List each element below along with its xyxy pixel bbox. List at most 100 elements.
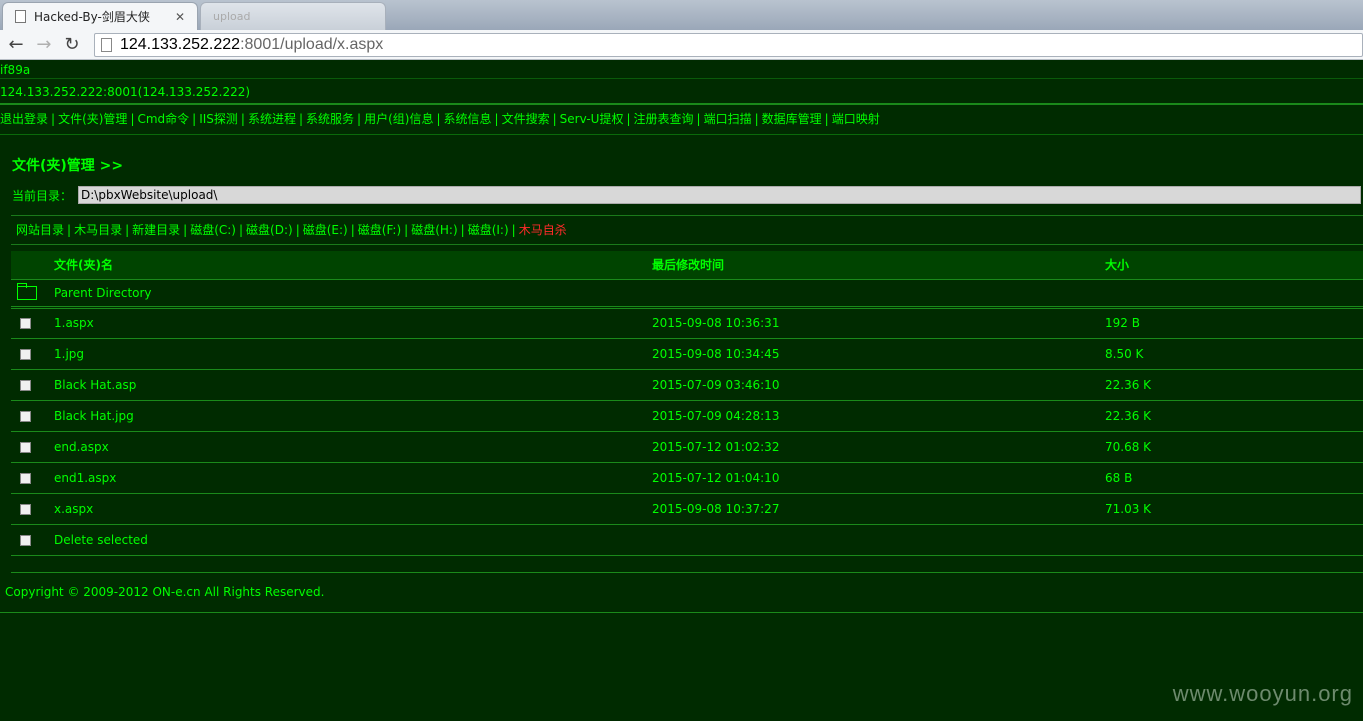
link-new-dir[interactable]: 新建目录	[132, 223, 180, 237]
menu-file-search[interactable]: 文件搜索	[502, 112, 550, 126]
header-blank	[11, 251, 54, 280]
link-shell-dir[interactable]: 木马目录	[74, 223, 122, 237]
file-size: 22.36 K	[1105, 400, 1363, 432]
menu-separator: |	[192, 112, 197, 126]
reload-icon[interactable]: ↻	[60, 33, 84, 57]
browser-toolbar: ← → ↻ 124.133.252.222:8001/upload/x.aspx	[0, 30, 1363, 60]
file-name-link[interactable]: Black Hat.jpg	[54, 400, 652, 432]
menu-separator: |	[696, 112, 701, 126]
row-checkbox[interactable]	[20, 379, 31, 391]
table-header: 文件(夹)名 最后修改时间 大小	[11, 251, 1363, 280]
parent-directory-row[interactable]: Parent Directory	[11, 279, 1363, 309]
browser-tab-strip: Hacked-By-剑眉大侠 ✕ upload	[0, 0, 1363, 30]
file-modified: 2015-07-12 01:04:10	[652, 462, 1105, 494]
link-separator: |	[67, 223, 72, 237]
menu-separator: |	[357, 112, 362, 126]
menu-separator: |	[824, 112, 829, 126]
file-size: 71.03 K	[1105, 493, 1363, 525]
file-size: 192 B	[1105, 307, 1363, 339]
host-info: 124.133.252.222:8001(124.133.252.222)	[0, 79, 1363, 105]
file-size: 22.36 K	[1105, 369, 1363, 401]
delete-row: Delete selected	[11, 524, 1363, 556]
file-modified: 2015-07-09 04:28:13	[652, 400, 1105, 432]
file-name-link[interactable]: 1.aspx	[54, 307, 652, 339]
file-name-link[interactable]: Black Hat.asp	[54, 369, 652, 401]
parent-directory-link[interactable]: Parent Directory	[54, 279, 652, 309]
tab-active[interactable]: Hacked-By-剑眉大侠 ✕	[2, 2, 198, 30]
table-row: Black Hat.jpg 2015-07-09 04:28:13 22.36 …	[11, 400, 1363, 432]
file-name-link[interactable]: x.aspx	[54, 493, 652, 525]
menu-port-map[interactable]: 端口映射	[832, 112, 880, 126]
link-separator: |	[238, 223, 244, 237]
select-all-checkbox[interactable]	[20, 534, 31, 546]
menu-database[interactable]: 数据库管理	[762, 112, 822, 126]
footer-copyright: Copyright © 2009-2012 ON-e.cn All Rights…	[0, 573, 1363, 613]
table-row: end1.aspx 2015-07-12 01:04:10 68 B	[11, 462, 1363, 494]
header-name: 文件(夹)名	[54, 251, 652, 280]
menu-separator: |	[626, 112, 631, 126]
menu-separator: |	[51, 112, 56, 126]
link-self-destruct[interactable]: 木马自杀	[519, 223, 567, 237]
section-title: 文件(夹)管理 >>	[12, 158, 124, 174]
tab-title: upload	[213, 10, 251, 23]
menu-servu[interactable]: Serv-U提权	[560, 112, 624, 126]
link-drive-c[interactable]: 磁盘(C:)	[190, 223, 236, 237]
link-separator: |	[125, 223, 130, 237]
row-checkbox[interactable]	[20, 410, 31, 422]
menu-users[interactable]: 用户(组)信息	[364, 112, 433, 126]
tab-inactive[interactable]: upload	[200, 2, 386, 30]
table-row: 1.aspx 2015-09-08 10:36:31 192 B	[11, 307, 1363, 339]
menu-iis-probe[interactable]: IIS探测	[199, 112, 238, 126]
folder-icon	[17, 282, 37, 300]
close-icon[interactable]: ✕	[175, 10, 185, 24]
file-name-link[interactable]: end1.aspx	[54, 462, 652, 494]
row-checkbox[interactable]	[20, 503, 31, 515]
menu-file-manager[interactable]: 文件(夹)管理	[58, 112, 127, 126]
link-drive-d[interactable]: 磁盘(D:)	[246, 223, 293, 237]
table-row: x.aspx 2015-09-08 10:37:27 71.03 K	[11, 493, 1363, 525]
header-modified: 最后修改时间	[652, 251, 1105, 280]
shell-id: if89a	[0, 61, 1363, 79]
link-drive-i[interactable]: 磁盘(I:)	[468, 223, 509, 237]
link-drive-h[interactable]: 磁盘(H:)	[411, 223, 457, 237]
webshell-page: if89a 124.133.252.222:8001(124.133.252.2…	[0, 61, 1363, 721]
menu-port-scan[interactable]: 端口扫描	[704, 112, 752, 126]
link-separator: |	[511, 223, 516, 237]
row-checkbox[interactable]	[20, 441, 31, 453]
menu-cmd[interactable]: Cmd命令	[137, 112, 189, 126]
menu-separator: |	[130, 112, 135, 126]
row-checkbox[interactable]	[20, 318, 31, 329]
main-menu: 退出登录 | 文件(夹)管理 | Cmd命令 | IIS探测 | 系统进程 | 系统服务 | 用户(组)…	[0, 105, 1363, 135]
menu-separator: |	[494, 112, 499, 126]
file-table: 文件(夹)名 最后修改时间 大小 Parent Directory 1.aspx…	[11, 251, 1363, 556]
menu-separator: |	[754, 112, 759, 126]
url-host: 124.133.252.222	[119, 35, 241, 53]
menu-logout[interactable]: 退出登录	[0, 112, 48, 126]
menu-registry[interactable]: 注册表查询	[634, 112, 694, 126]
file-name-link[interactable]: 1.jpg	[54, 338, 652, 370]
file-size: 68 B	[1105, 462, 1363, 494]
address-bar[interactable]: 124.133.252.222:8001/upload/x.aspx	[93, 32, 1363, 57]
file-modified: 2015-07-12 01:02:32	[652, 431, 1105, 463]
row-checkbox[interactable]	[20, 472, 31, 484]
current-dir-input[interactable]: D:\pbxWebsite\upload\	[78, 186, 1362, 204]
file-name-link[interactable]: end.aspx	[54, 431, 652, 463]
link-web-root[interactable]: 网站目录	[16, 223, 64, 237]
link-drive-e[interactable]: 磁盘(E:)	[303, 223, 348, 237]
back-icon[interactable]: ←	[4, 33, 28, 57]
menu-processes[interactable]: 系统进程	[248, 112, 296, 126]
file-modified: 2015-07-09 03:46:10	[652, 369, 1105, 401]
delete-selected-link[interactable]: Delete selected	[54, 524, 652, 556]
menu-system-info[interactable]: 系统信息	[444, 112, 492, 126]
file-size: 8.50 K	[1105, 338, 1363, 370]
url-path: :8001/upload/x.aspx	[240, 35, 384, 53]
watermark: www.wooyun.org	[1172, 681, 1353, 706]
forward-icon[interactable]: →	[32, 33, 56, 57]
link-separator: |	[350, 223, 355, 237]
page-icon	[100, 37, 112, 52]
link-drive-f[interactable]: 磁盘(F:)	[358, 223, 401, 237]
header-size: 大小	[1105, 251, 1363, 280]
menu-services[interactable]: 系统服务	[306, 112, 354, 126]
row-checkbox[interactable]	[20, 348, 31, 360]
menu-separator: |	[298, 112, 304, 126]
